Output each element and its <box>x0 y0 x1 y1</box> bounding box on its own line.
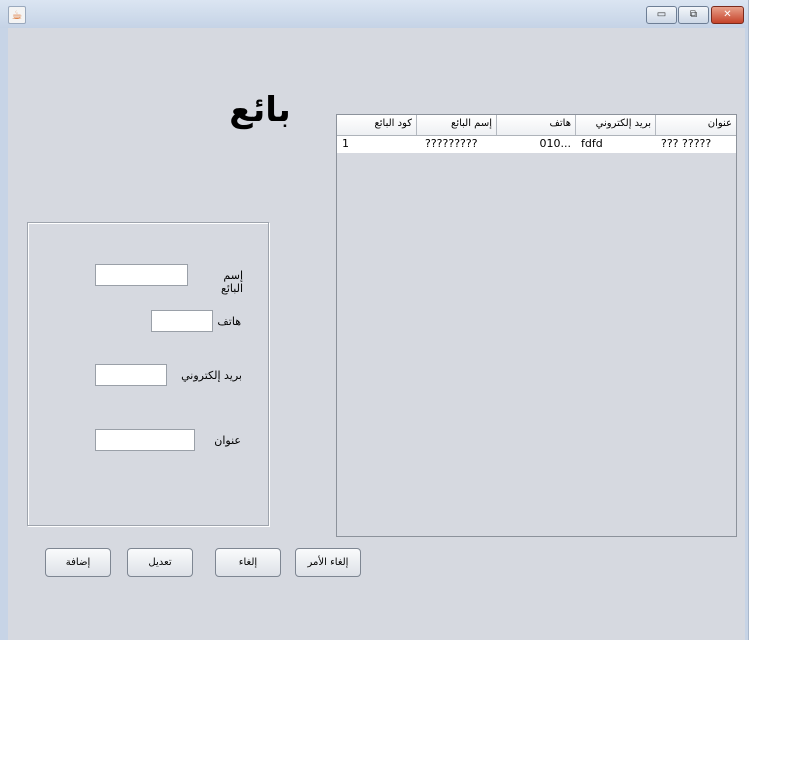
column-header-seller-name[interactable]: إسم البائع <box>417 115 497 135</box>
page-title: بائع <box>229 90 291 130</box>
cell-phone[interactable]: 010... <box>497 136 576 153</box>
add-button[interactable]: إضافة <box>45 548 111 577</box>
table-header: كود البائع إسم البائع هاتف بريد إلكتروني… <box>337 115 736 136</box>
phone-input[interactable] <box>151 310 213 332</box>
seller-name-input[interactable] <box>95 264 188 286</box>
column-header-phone[interactable]: هاتف <box>497 115 576 135</box>
cancel-command-button[interactable]: إلغاء الأمر <box>295 548 361 577</box>
java-icon[interactable]: ☕ <box>8 6 26 24</box>
column-header-address[interactable]: عنوان <box>656 115 736 135</box>
seller-name-label: إسم البائع <box>221 269 243 295</box>
content-area: بائع إسم البائع هاتف بريد إلكتروني عنوان… <box>8 28 745 640</box>
address-input[interactable] <box>95 429 195 451</box>
email-label: بريد إلكتروني <box>181 369 242 382</box>
cell-seller-code[interactable]: 1 <box>337 136 417 153</box>
maximize-button[interactable]: ⧉ <box>678 6 709 24</box>
minimize-button[interactable]: ▭ <box>646 6 677 24</box>
email-input[interactable] <box>95 364 167 386</box>
sellers-table[interactable]: كود البائع إسم البائع هاتف بريد إلكتروني… <box>336 114 737 537</box>
close-button[interactable]: ✕ <box>711 6 744 24</box>
seller-form-panel: إسم البائع هاتف بريد إلكتروني عنوان <box>27 222 269 526</box>
cell-seller-name[interactable]: ????????? <box>417 136 497 153</box>
address-label: عنوان <box>214 434 241 447</box>
delete-button[interactable]: إلغاء <box>215 548 281 577</box>
cell-email[interactable]: fdfd <box>576 136 656 153</box>
title-bar: ☕ ▭ ⧉ ✕ <box>0 0 748 28</box>
phone-label: هاتف <box>217 315 241 328</box>
app-window: ☕ ▭ ⧉ ✕ بائع إسم البائع هاتف بريد إلكترو… <box>0 0 749 640</box>
table-row[interactable]: 1 ????????? 010... fdfd ??? ????? <box>337 136 736 153</box>
column-header-email[interactable]: بريد إلكتروني <box>576 115 656 135</box>
column-header-seller-code[interactable]: كود البائع <box>337 115 417 135</box>
cell-address[interactable]: ??? ????? <box>656 136 736 153</box>
edit-button[interactable]: تعديل <box>127 548 193 577</box>
